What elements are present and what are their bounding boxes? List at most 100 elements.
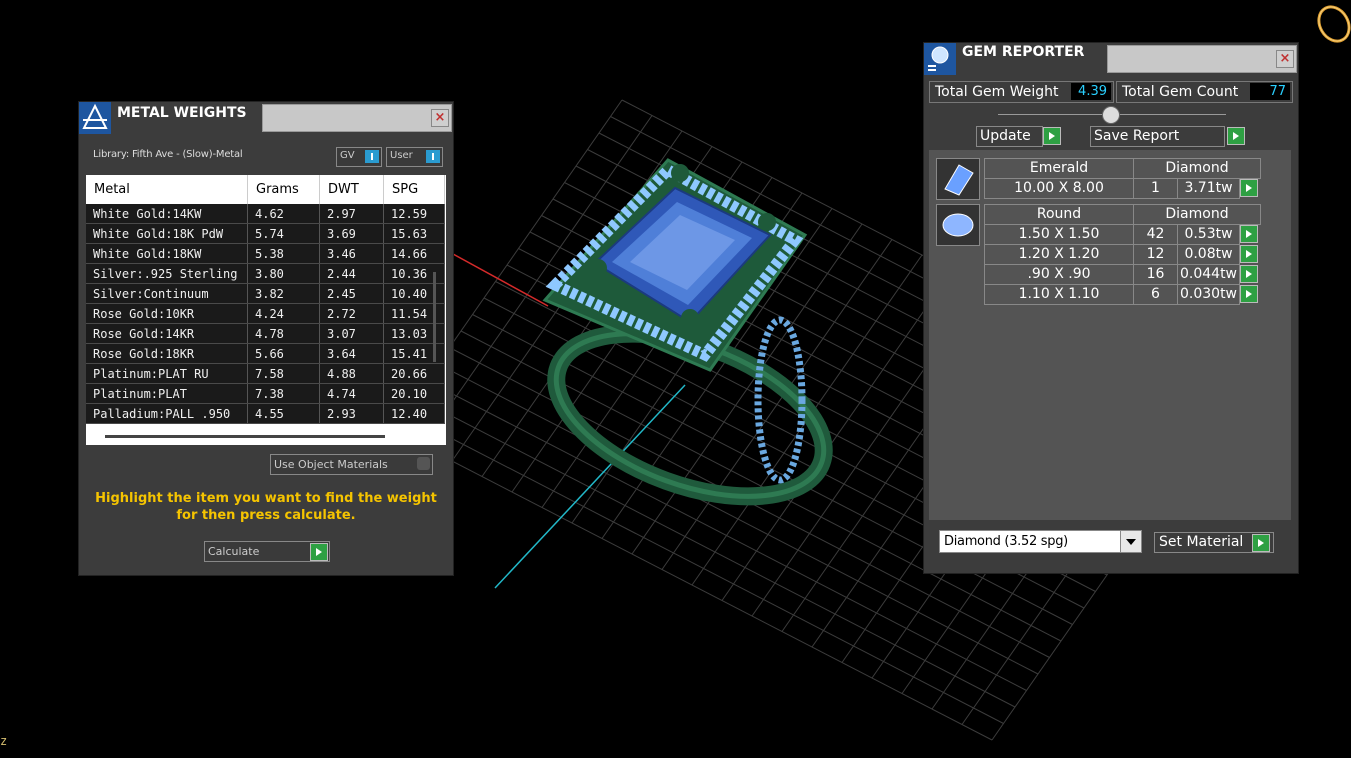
grid-line bbox=[403, 413, 1004, 724]
orientation-ring-icon[interactable] bbox=[1312, 2, 1351, 44]
play-arrow-icon bbox=[1252, 534, 1270, 552]
table-cell: 4.55 bbox=[247, 403, 320, 424]
table-row[interactable]: Rose Gold:18KR 5.66 3.64 15.41 bbox=[86, 343, 445, 364]
gem-size: 10.00 X 8.00 bbox=[984, 178, 1134, 199]
library-label: Library: Fifth Ave - (Slow)-Metal bbox=[93, 149, 243, 160]
table-row[interactable]: White Gold:18KW 5.38 3.46 14.66 bbox=[86, 243, 445, 264]
play-arrow-icon[interactable] bbox=[1240, 225, 1258, 243]
table-cell: Silver:.925 Sterling bbox=[86, 263, 248, 284]
title-strip bbox=[262, 104, 452, 132]
gem-shape-label: Round bbox=[984, 204, 1134, 225]
calculate-button[interactable]: Calculate bbox=[204, 541, 330, 562]
table-cell: White Gold:18K PdW bbox=[86, 223, 248, 244]
titlebar[interactable]: METAL WEIGHTS × bbox=[79, 102, 453, 134]
gem-size: 1.10 X 1.10 bbox=[984, 284, 1134, 305]
instruction-text: Highlight the item you want to find the … bbox=[93, 490, 439, 524]
table-cell: Platinum:PLAT RU bbox=[86, 363, 248, 384]
table-row[interactable]: Rose Gold:10KR 4.24 2.72 11.54 bbox=[86, 303, 445, 324]
table-cell: 12.59 bbox=[383, 204, 445, 224]
gem-count: 6 bbox=[1133, 284, 1178, 305]
update-button[interactable]: Update bbox=[976, 126, 1062, 147]
gem-list[interactable]: Emerald Diamond 10.00 X 8.00 1 3.71tw Round Di… bbox=[929, 150, 1291, 520]
gem-size: 1.50 X 1.50 bbox=[984, 224, 1134, 245]
column-header[interactable]: Metal bbox=[86, 175, 248, 204]
table-row[interactable]: White Gold:14KW 4.62 2.97 12.59 bbox=[86, 204, 445, 224]
set-material-button[interactable]: Set Material bbox=[1154, 532, 1274, 553]
play-arrow-icon[interactable] bbox=[1240, 265, 1258, 283]
play-arrow-icon[interactable] bbox=[1240, 179, 1258, 197]
gem-count: 42 bbox=[1133, 224, 1178, 245]
table-row[interactable]: Rose Gold:14KR 4.78 3.07 13.03 bbox=[86, 323, 445, 344]
close-button[interactable]: × bbox=[1276, 50, 1294, 68]
table-cell: 3.07 bbox=[319, 323, 384, 344]
gv-toggle[interactable]: GV bbox=[336, 147, 382, 167]
table-cell: 4.74 bbox=[319, 383, 384, 404]
table-cell: 3.80 bbox=[247, 263, 320, 284]
table-cell: 7.58 bbox=[247, 363, 320, 384]
table-cell: 2.97 bbox=[319, 204, 384, 224]
table-cell: White Gold:18KW bbox=[86, 243, 248, 264]
table-cell: 20.10 bbox=[383, 383, 445, 404]
column-header[interactable]: DWT bbox=[319, 175, 384, 204]
gem-count: 12 bbox=[1133, 244, 1178, 265]
column-header[interactable]: Grams bbox=[247, 175, 320, 204]
update-label: Update bbox=[976, 126, 1043, 147]
gem-size: 1.20 X 1.20 bbox=[984, 244, 1134, 265]
gem-weight: 0.53tw bbox=[1177, 224, 1240, 245]
table-cell: Palladium:PALL .950 bbox=[86, 403, 248, 424]
table-cell: 3.64 bbox=[319, 343, 384, 364]
table-row[interactable]: White Gold:18K PdW 5.74 3.69 15.63 bbox=[86, 223, 445, 244]
table-cell: 4.78 bbox=[247, 323, 320, 344]
table-row[interactable]: Silver:Continuum 3.82 2.45 10.40 bbox=[86, 283, 445, 304]
dropdown-arrow-icon[interactable] bbox=[1120, 531, 1141, 552]
axis-label: z bbox=[0, 734, 8, 748]
table-cell: Rose Gold:14KR bbox=[86, 323, 248, 344]
hint-line: Highlight the item you want to find the … bbox=[95, 491, 437, 506]
play-arrow-icon[interactable] bbox=[1240, 245, 1258, 263]
toggle-knob-icon bbox=[365, 150, 379, 163]
horizontal-scrollbar[interactable] bbox=[105, 435, 385, 438]
total-gem-weight-value: 4.39 bbox=[1071, 83, 1111, 100]
total-gem-count: Total Gem Count 77 bbox=[1116, 81, 1293, 103]
table-cell: 3.69 bbox=[319, 223, 384, 244]
table-cell: 5.74 bbox=[247, 223, 320, 244]
gem-count: 1 bbox=[1133, 178, 1178, 199]
title-strip bbox=[1107, 45, 1297, 73]
metal-weights-panel: METAL WEIGHTS × Library: Fifth Ave - (Sl… bbox=[78, 101, 454, 576]
close-button[interactable]: × bbox=[431, 109, 449, 127]
gem-weight: 3.71tw bbox=[1177, 178, 1240, 199]
table-row[interactable]: Silver:.925 Sterling 3.80 2.44 10.36 bbox=[86, 263, 445, 284]
round-gem-icon bbox=[936, 204, 980, 246]
metal-table[interactable]: Metal Grams DWT SPG White Gold:14KW 4.62 2.97… bbox=[86, 175, 446, 445]
toggle-knob-icon bbox=[426, 150, 440, 163]
gem-weight: 0.08tw bbox=[1177, 244, 1240, 265]
table-cell: 15.63 bbox=[383, 223, 445, 244]
metal-weights-icon bbox=[79, 102, 111, 134]
play-arrow-icon[interactable] bbox=[1240, 285, 1258, 303]
table-row[interactable]: Platinum:PLAT RU 7.58 4.88 20.66 bbox=[86, 363, 445, 384]
use-object-materials-toggle[interactable]: Use Object Materials bbox=[270, 454, 433, 475]
table-row[interactable]: Platinum:PLAT 7.38 4.74 20.10 bbox=[86, 383, 445, 404]
table-cell: Silver:Continuum bbox=[86, 283, 248, 304]
material-select[interactable]: Diamond (3.52 spg) bbox=[939, 530, 1142, 553]
gem-shape-label: Emerald bbox=[984, 158, 1134, 179]
ring-model bbox=[542, 158, 833, 506]
titlebar[interactable]: GEM REPORTER × bbox=[924, 43, 1298, 75]
save-report-button[interactable]: Save Report bbox=[1090, 126, 1245, 147]
user-toggle-label: User bbox=[390, 150, 413, 161]
table-cell: 14.66 bbox=[383, 243, 445, 264]
gem-material-label: Diamond bbox=[1133, 204, 1261, 225]
gem-size: .90 X .90 bbox=[984, 264, 1134, 285]
vertical-scrollbar[interactable] bbox=[433, 272, 436, 362]
table-cell: White Gold:14KW bbox=[86, 204, 248, 224]
column-header[interactable]: SPG bbox=[383, 175, 445, 204]
table-cell: 20.66 bbox=[383, 363, 445, 384]
table-row[interactable]: Palladium:PALL .950 4.55 2.93 12.40 bbox=[86, 403, 445, 424]
total-gem-weight: Total Gem Weight 4.39 bbox=[929, 81, 1114, 103]
x-axis-line bbox=[452, 253, 549, 307]
table-cell: Rose Gold:10KR bbox=[86, 303, 248, 324]
user-toggle[interactable]: User bbox=[386, 147, 443, 167]
slider-knob[interactable] bbox=[1102, 106, 1120, 124]
table-cell: Rose Gold:18KR bbox=[86, 343, 248, 364]
table-cell: 3.82 bbox=[247, 283, 320, 304]
